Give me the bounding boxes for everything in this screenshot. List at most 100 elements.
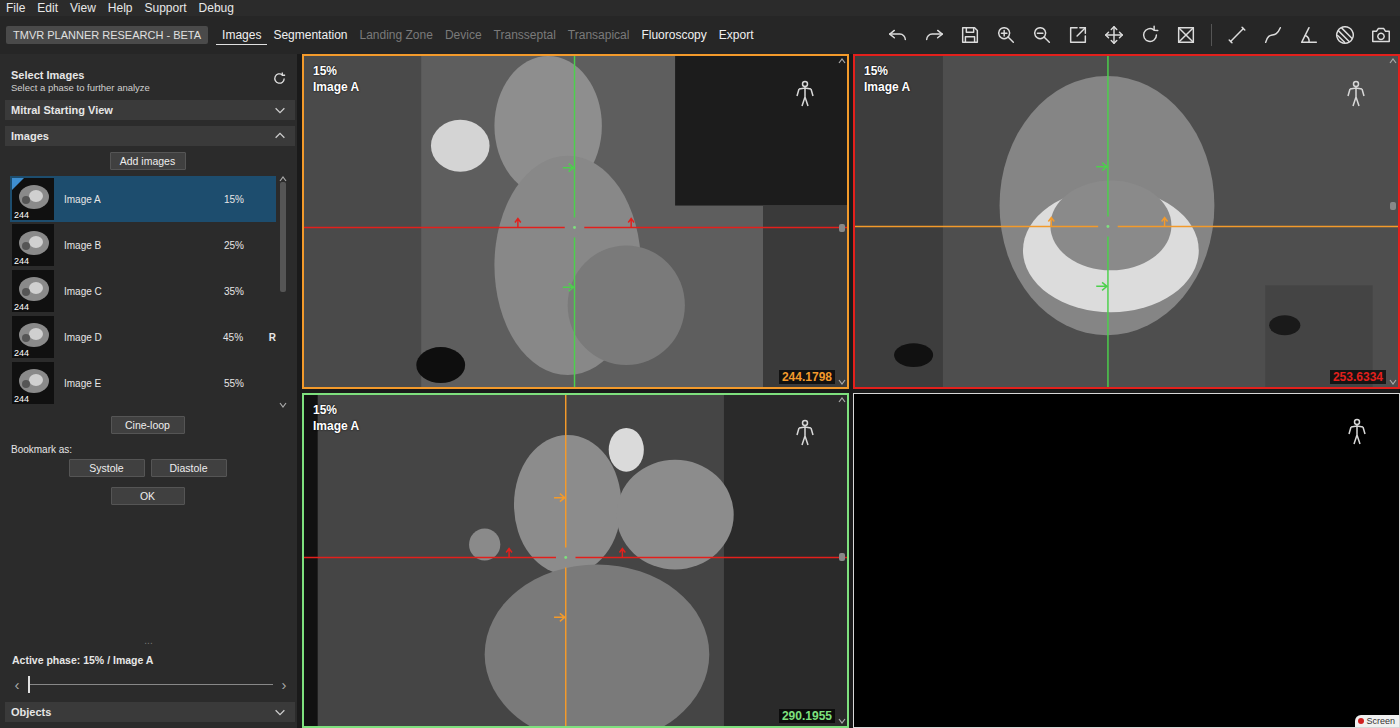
viewport-value: 244.1798 xyxy=(779,370,835,384)
phase-slider[interactable]: ‹ › xyxy=(0,672,297,696)
ok-button[interactable]: OK xyxy=(111,487,185,505)
orientation-figure-icon[interactable] xyxy=(791,419,819,447)
bookmark-button[interactable]: Diastole xyxy=(151,459,227,477)
viewport[interactable]: Screen xyxy=(853,393,1400,728)
refresh-icon[interactable] xyxy=(272,71,287,86)
tab[interactable]: Export xyxy=(713,26,760,45)
image-thumbnail: 244 xyxy=(12,270,54,312)
orientation-figure-icon[interactable] xyxy=(791,80,819,108)
viewport[interactable]: 15% Image A 253.6334 xyxy=(853,54,1400,389)
ct-image[interactable] xyxy=(855,56,1398,387)
scroll-up-icon[interactable] xyxy=(1389,58,1397,64)
move-icon[interactable] xyxy=(1103,24,1125,46)
image-phase: 45% xyxy=(223,332,269,343)
orientation-figure-icon[interactable] xyxy=(1342,80,1370,108)
tab[interactable]: Fluoroscopy xyxy=(635,26,712,45)
viewport-scrollbar[interactable] xyxy=(838,397,846,724)
rotate-icon[interactable] xyxy=(1139,24,1161,46)
section-header[interactable]: Mitral Starting View xyxy=(5,100,295,120)
scroll-up-icon[interactable] xyxy=(838,58,846,64)
image-name: Image D xyxy=(64,332,223,343)
image-name: Image A xyxy=(64,194,224,205)
scroll-down-icon[interactable] xyxy=(838,379,846,385)
scroll-thumb[interactable] xyxy=(1390,202,1396,210)
slider-handle[interactable] xyxy=(28,676,30,693)
image-marker: R xyxy=(269,332,276,343)
image-name: Image C xyxy=(64,286,224,297)
workspace: Select Images Select a phase to further … xyxy=(0,54,1400,728)
tab[interactable]: Images xyxy=(216,26,267,45)
section-header[interactable]: Images xyxy=(5,126,295,146)
viewport[interactable]: 15% Image A 290.1955 xyxy=(302,393,849,728)
tool-separator xyxy=(1211,24,1212,46)
menu-item[interactable]: Edit xyxy=(37,1,70,15)
camera-icon[interactable] xyxy=(1370,24,1392,46)
tab: Transseptal xyxy=(488,26,562,45)
toolbar: TMVR PLANNER RESEARCH - BETA ImagesSegme… xyxy=(0,16,1400,54)
viewport-phase: 15% xyxy=(313,402,359,418)
redo-icon[interactable] xyxy=(923,24,945,46)
popout-icon[interactable] xyxy=(1067,24,1089,46)
image-phase: 55% xyxy=(224,378,270,389)
save-icon[interactable] xyxy=(959,24,981,46)
image-row[interactable]: 244 Image C 35% xyxy=(10,268,276,314)
reset-view-icon[interactable] xyxy=(1175,24,1197,46)
chevron-down-icon xyxy=(273,705,287,719)
slice-count: 244 xyxy=(14,348,29,358)
app-badge: TMVR PLANNER RESEARCH - BETA xyxy=(6,26,208,44)
panel-title: Select Images xyxy=(11,69,150,81)
viewport[interactable]: 15% Image A 244.1798 xyxy=(302,54,849,389)
viewport-image: Image A xyxy=(313,79,359,95)
section-header[interactable]: Objects xyxy=(5,702,295,722)
chevron-down-icon xyxy=(273,103,287,117)
bookmark-button[interactable]: Systole xyxy=(69,459,145,477)
next-phase-button[interactable]: › xyxy=(277,676,291,693)
ruler-icon[interactable] xyxy=(1226,24,1248,46)
crosshair[interactable] xyxy=(304,56,847,387)
image-name: Image E xyxy=(64,378,224,389)
menu-item[interactable]: File xyxy=(6,1,37,15)
menu-item[interactable]: Help xyxy=(108,1,145,15)
orientation-figure-icon[interactable] xyxy=(1343,418,1371,446)
viewport-value: 253.6334 xyxy=(1330,370,1386,384)
image-row[interactable]: 244 Image D 45% R xyxy=(10,314,276,360)
list-scrollbar[interactable] xyxy=(279,176,287,408)
panel-header: Select Images Select a phase to further … xyxy=(0,54,297,100)
angle-icon[interactable] xyxy=(1298,24,1320,46)
menu-item[interactable]: Debug xyxy=(199,1,246,15)
image-row[interactable]: 244 Image A 15% xyxy=(10,176,276,222)
crosshair[interactable] xyxy=(304,395,847,726)
active-phase-label: Active phase: 15% / Image A xyxy=(0,654,297,666)
hatch-icon[interactable] xyxy=(1334,24,1356,46)
viewport-scrollbar[interactable] xyxy=(838,58,846,385)
cine-loop-button[interactable]: Cine-loop xyxy=(111,416,185,434)
ct-image[interactable] xyxy=(304,56,847,387)
scroll-thumb[interactable] xyxy=(280,182,286,292)
zoom-out-icon[interactable] xyxy=(1031,24,1053,46)
add-images-button[interactable]: Add images xyxy=(110,152,186,170)
scroll-down-icon[interactable] xyxy=(279,402,287,408)
curve-icon[interactable] xyxy=(1262,24,1284,46)
ct-image[interactable] xyxy=(304,395,847,726)
viewport-image: Image A xyxy=(864,79,910,95)
splitter-grip[interactable]: ... xyxy=(0,636,297,646)
scroll-down-icon[interactable] xyxy=(1389,379,1397,385)
prev-phase-button[interactable]: ‹ xyxy=(10,676,24,693)
bookmark-label: Bookmark as: xyxy=(11,444,295,455)
slider-track[interactable] xyxy=(28,684,273,685)
watermark: Screen xyxy=(1355,715,1399,727)
image-row[interactable]: 244 Image B 25% xyxy=(10,222,276,268)
image-row[interactable]: 244 Image E 55% xyxy=(10,360,276,406)
scroll-thumb[interactable] xyxy=(839,553,845,561)
menu-item[interactable]: Support xyxy=(145,1,199,15)
viewport-scrollbar[interactable] xyxy=(1389,58,1397,385)
zoom-in-icon[interactable] xyxy=(995,24,1017,46)
menu-item[interactable]: View xyxy=(70,1,108,15)
scroll-up-icon[interactable] xyxy=(838,397,846,403)
undo-icon[interactable] xyxy=(887,24,909,46)
scroll-down-icon[interactable] xyxy=(838,718,846,724)
image-phase: 25% xyxy=(224,240,270,251)
scroll-thumb[interactable] xyxy=(839,224,845,232)
crosshair[interactable] xyxy=(855,56,1398,387)
tab[interactable]: Segmentation xyxy=(267,26,353,45)
